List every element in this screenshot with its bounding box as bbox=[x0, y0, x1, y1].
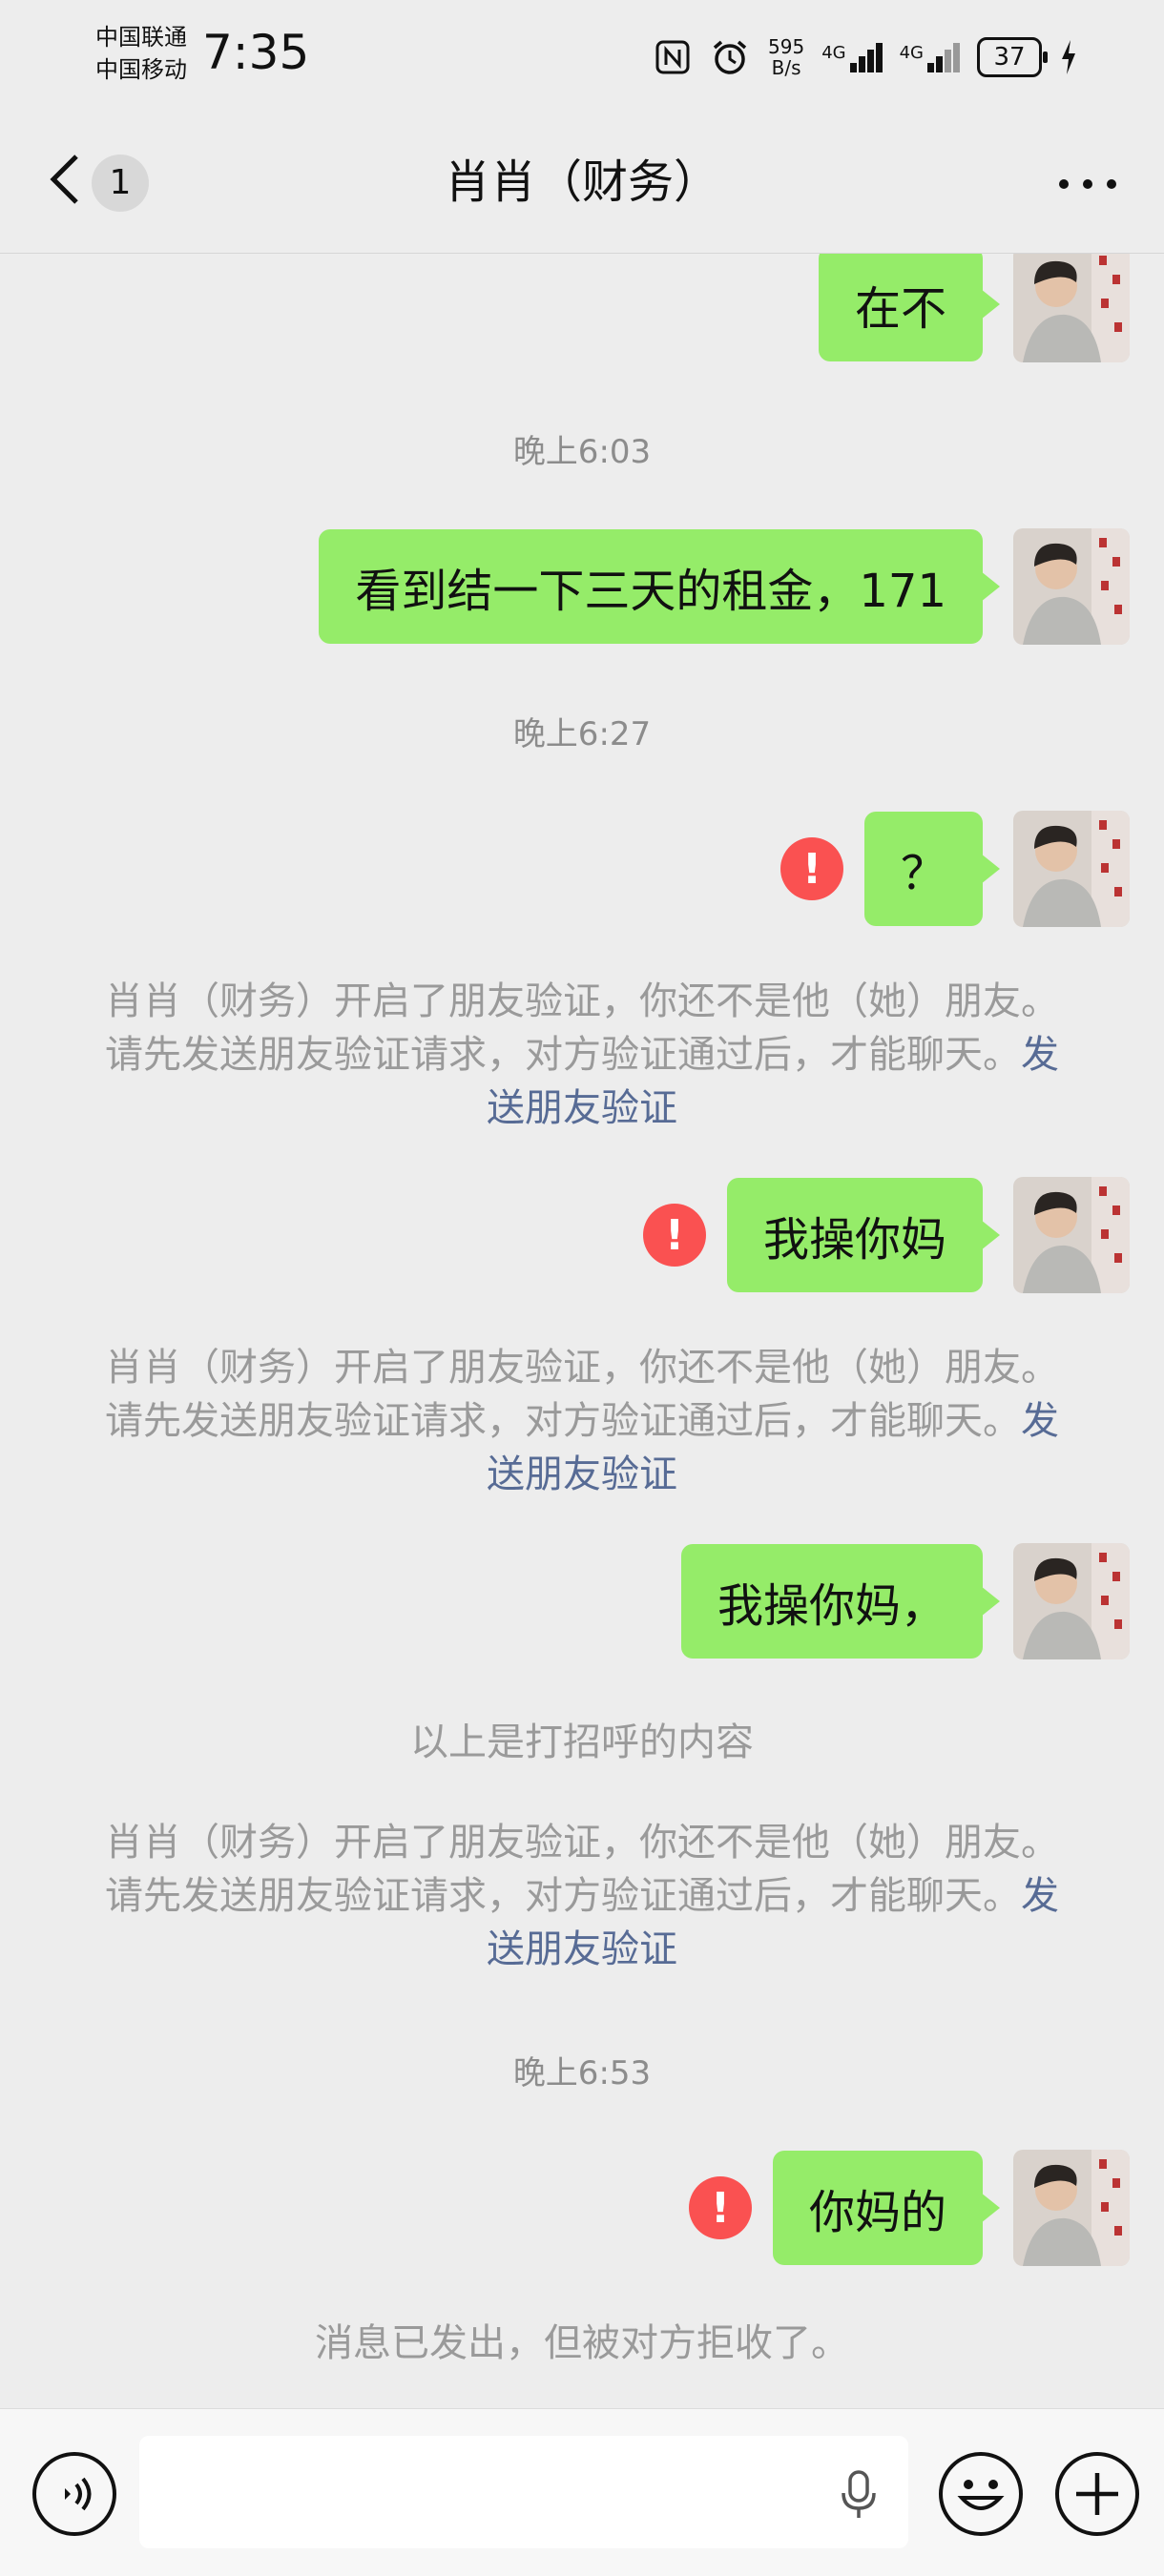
alarm-icon bbox=[713, 40, 747, 74]
carrier-names: 中国联通 中国移动 bbox=[95, 21, 187, 86]
speed-unit: B/s bbox=[771, 56, 801, 79]
message-bubble[interactable]: 在不 bbox=[818, 254, 1001, 361]
more-icon[interactable] bbox=[1059, 170, 1116, 198]
system-notice: 肖肖（财务）开启了朋友验证，你还不是他（她）朋友。请先发送朋友验证请求，对方验证… bbox=[95, 975, 1069, 1135]
message-input[interactable] bbox=[139, 2436, 908, 2548]
system-notice-text: 肖肖（财务）开启了朋友验证，你还不是他（她）朋友。请先发送朋友验证请求，对方验证… bbox=[105, 979, 1059, 1077]
status-time: 7:35 bbox=[202, 25, 310, 80]
message-row: ! ？ bbox=[779, 811, 1130, 927]
nfc-icon bbox=[655, 40, 690, 74]
error-icon[interactable]: ! bbox=[688, 2176, 752, 2239]
message-row: ! 你妈的 bbox=[688, 2150, 1130, 2266]
error-icon[interactable]: ! bbox=[779, 837, 843, 900]
network-type-2: 4G bbox=[899, 42, 924, 63]
timestamp: 晚上6:53 bbox=[512, 2054, 652, 2092]
emoji-icon[interactable] bbox=[939, 2452, 1023, 2536]
signal-icon: 4G bbox=[821, 42, 883, 72]
charging-icon bbox=[1062, 40, 1075, 74]
message-row: 看到结一下三天的租金，171 bbox=[319, 528, 1130, 645]
battery-icon: 37 bbox=[977, 37, 1048, 77]
system-notice: 肖肖（财务）开启了朋友验证，你还不是他（她）朋友。请先发送朋友验证请求，对方验证… bbox=[95, 1341, 1069, 1501]
message-list[interactable]: 在不 晚上6:03 看到结一下三天的租金，171 晚上6:27 ! ？ 肖肖（财… bbox=[0, 254, 1164, 2407]
network-type-1: 4G bbox=[821, 42, 846, 63]
unread-badge[interactable]: 1 bbox=[92, 155, 149, 212]
message-bubble[interactable]: 你妈的 bbox=[772, 2151, 1001, 2265]
voice-icon[interactable] bbox=[32, 2452, 116, 2536]
chat-title: 肖肖（财务） bbox=[444, 155, 719, 209]
mic-icon[interactable] bbox=[836, 2468, 882, 2522]
avatar[interactable] bbox=[1013, 811, 1130, 927]
message-bubble[interactable]: 我操你妈 bbox=[726, 1178, 1001, 1292]
chat-header: 1 肖肖（财务） bbox=[0, 114, 1164, 254]
status-bar: 中国联通 中国移动 7:35 595 B/s 4G 4G 37 bbox=[0, 0, 1164, 114]
message-row: ! 我操你妈 bbox=[642, 1177, 1130, 1293]
input-bar bbox=[0, 2408, 1164, 2576]
message-row: 我操你妈， bbox=[680, 1543, 1130, 1659]
avatar[interactable] bbox=[1013, 1543, 1130, 1659]
network-speed: 595 B/s bbox=[768, 36, 804, 78]
speed-value: 595 bbox=[768, 35, 805, 58]
avatar[interactable] bbox=[1013, 2150, 1130, 2266]
system-notice-text: 肖肖（财务）开启了朋友验证，你还不是他（她）朋友。请先发送朋友验证请求，对方验证… bbox=[105, 1346, 1059, 1443]
carrier-1: 中国联通 bbox=[95, 24, 187, 51]
message-row: 在不 bbox=[818, 254, 1130, 362]
message-bubble[interactable]: 我操你妈， bbox=[680, 1544, 1001, 1659]
timestamp: 晚上6:27 bbox=[512, 715, 652, 753]
carrier-2: 中国移动 bbox=[95, 56, 187, 83]
system-notice: 肖肖（财务）开启了朋友验证，你还不是他（她）朋友。请先发送朋友验证请求，对方验证… bbox=[95, 1816, 1069, 1976]
status-icons: 595 B/s 4G 4G 37 bbox=[654, 29, 1078, 86]
greeting-note: 以上是打招呼的内容 bbox=[410, 1721, 754, 1764]
back-chevron-icon[interactable] bbox=[46, 151, 84, 208]
avatar[interactable] bbox=[1013, 528, 1130, 645]
signal-icon-2: 4G bbox=[899, 42, 960, 72]
error-icon[interactable]: ! bbox=[642, 1204, 706, 1267]
plus-icon[interactable] bbox=[1055, 2452, 1139, 2536]
timestamp: 晚上6:03 bbox=[512, 433, 652, 471]
avatar[interactable] bbox=[1013, 254, 1130, 362]
message-bubble[interactable]: ？ bbox=[863, 812, 1001, 926]
avatar[interactable] bbox=[1013, 1177, 1130, 1293]
system-notice-text: 肖肖（财务）开启了朋友验证，你还不是他（她）朋友。请先发送朋友验证请求，对方验证… bbox=[105, 1821, 1059, 1918]
rejected-note: 消息已发出，但被对方拒收了。 bbox=[315, 2321, 849, 2365]
message-bubble[interactable]: 看到结一下三天的租金，171 bbox=[319, 529, 1000, 644]
